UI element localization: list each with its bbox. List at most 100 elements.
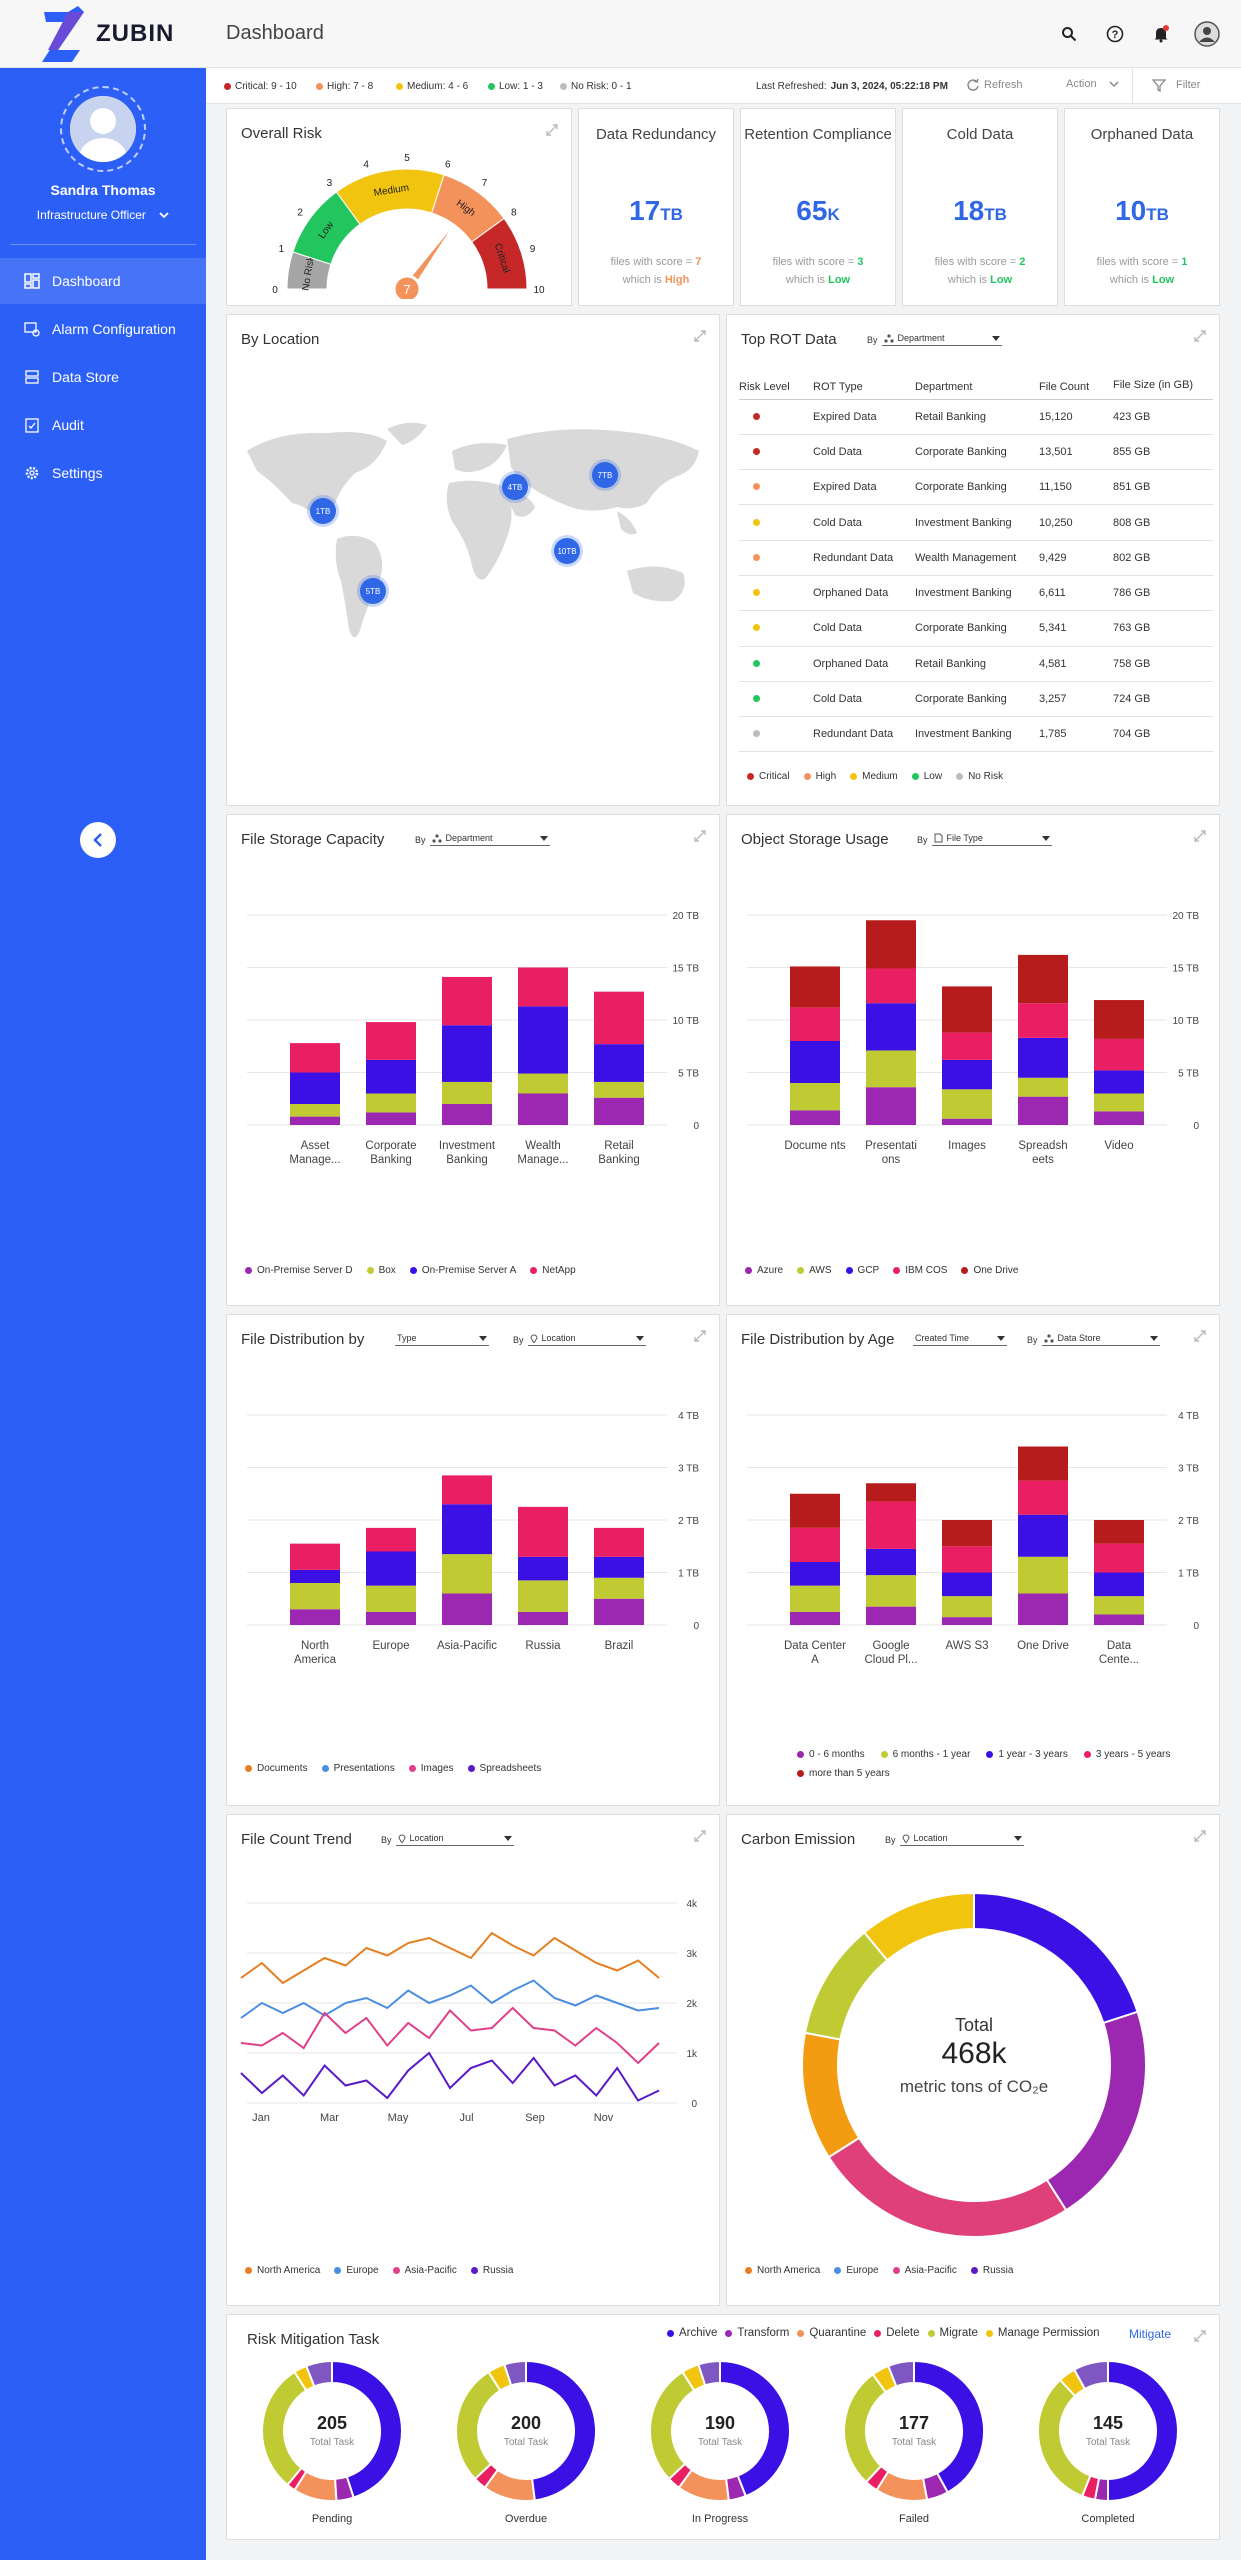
table-row[interactable]: Cold Data Investment Banking 10,250 808 GB	[739, 504, 1213, 541]
table-row[interactable]: Expired Data Retail Banking 15,120 423 GB	[739, 399, 1213, 435]
bar-segment[interactable]	[518, 1093, 568, 1126]
bar-segment[interactable]	[290, 1072, 340, 1105]
bar-segment[interactable]	[442, 1593, 492, 1626]
sidebar-item-dashboard[interactable]: Dashboard	[0, 258, 206, 304]
bar-segment[interactable]	[442, 1504, 492, 1555]
bar-segment[interactable]	[594, 1598, 644, 1625]
fda-store-select[interactable]: By Data Store	[1027, 1333, 1160, 1346]
bar-segment[interactable]	[366, 1022, 416, 1060]
bar-segment[interactable]	[790, 1585, 840, 1612]
bar-segment[interactable]	[366, 1527, 416, 1552]
bar-segment[interactable]	[1094, 1111, 1144, 1125]
expand-icon[interactable]	[545, 123, 559, 137]
bar-segment[interactable]	[866, 1548, 916, 1576]
bar-segment[interactable]	[942, 1572, 992, 1597]
refresh-button[interactable]: Refresh	[966, 78, 1023, 92]
filter-button[interactable]: Filter	[1152, 78, 1200, 92]
bar-segment[interactable]	[866, 920, 916, 969]
fdt-type-select[interactable]: Type	[395, 1333, 489, 1346]
bar-segment[interactable]	[366, 1611, 416, 1625]
bar-segment[interactable]	[290, 1609, 340, 1625]
rot-group-select[interactable]: By Department	[867, 333, 1002, 346]
bar-segment[interactable]	[1018, 1096, 1068, 1125]
bar-segment[interactable]	[366, 1093, 416, 1113]
action-dropdown[interactable]: Action	[1066, 78, 1119, 90]
fda-time-select[interactable]: Created Time	[913, 1333, 1007, 1346]
bar-segment[interactable]	[594, 1577, 644, 1599]
bar-segment[interactable]	[1094, 1000, 1144, 1039]
mitigate-link[interactable]: Mitigate	[1129, 2327, 1171, 2341]
bar-segment[interactable]	[942, 1118, 992, 1125]
bar-segment[interactable]	[1094, 1070, 1144, 1094]
bar-segment[interactable]	[1094, 1038, 1144, 1071]
task-donut-item[interactable]: 190 Total Task In Progress	[645, 2359, 795, 2539]
bar-segment[interactable]	[290, 1583, 340, 1610]
expand-icon[interactable]	[693, 329, 707, 343]
osu-group-select[interactable]: By File Type	[917, 833, 1052, 846]
table-row[interactable]: Expired Data Corporate Banking 11,150 851 G…	[739, 469, 1213, 506]
bar-segment[interactable]	[1018, 1446, 1068, 1481]
bar-segment[interactable]	[942, 1520, 992, 1547]
bar-segment[interactable]	[1094, 1572, 1144, 1597]
bar-segment[interactable]	[866, 1483, 916, 1502]
map-location-marker[interactable]: 7TB	[592, 462, 618, 488]
bar-segment[interactable]	[594, 1097, 644, 1125]
trend-line[interactable]	[240, 1931, 660, 1985]
bar-segment[interactable]	[366, 1112, 416, 1125]
task-donut-item[interactable]: 200 Total Task Overdue	[451, 2359, 601, 2539]
bar-segment[interactable]	[518, 1556, 568, 1581]
bar-segment[interactable]	[1018, 1003, 1068, 1038]
notification-bell-icon[interactable]	[1147, 20, 1175, 48]
table-row[interactable]: Orphaned Data Investment Banking 6,611 786 …	[739, 575, 1213, 612]
bar-segment[interactable]	[866, 1003, 916, 1051]
fsc-group-select[interactable]: By Department	[415, 833, 550, 846]
bar-segment[interactable]	[442, 1081, 492, 1104]
bar-segment[interactable]	[866, 1575, 916, 1607]
help-icon[interactable]: ?	[1101, 20, 1129, 48]
bar-segment[interactable]	[366, 1059, 416, 1094]
bar-segment[interactable]	[866, 1050, 916, 1088]
carbon-location-select[interactable]: By Location	[885, 1833, 1024, 1846]
bar-segment[interactable]	[1018, 1556, 1068, 1594]
bar-segment[interactable]	[790, 1527, 840, 1562]
bar-segment[interactable]	[366, 1551, 416, 1586]
task-donut-item[interactable]: 145 Total Task Completed	[1033, 2359, 1183, 2539]
bar-segment[interactable]	[518, 967, 568, 1007]
expand-icon[interactable]	[1193, 1329, 1207, 1343]
task-donut-item[interactable]: 205 Total Task Pending	[257, 2359, 407, 2539]
expand-icon[interactable]	[1193, 329, 1207, 343]
bar-segment[interactable]	[866, 1501, 916, 1549]
bar-segment[interactable]	[518, 1506, 568, 1557]
table-row[interactable]: Cold Data Corporate Banking 5,341 763 GB	[739, 610, 1213, 647]
table-row[interactable]: Redundant Data Wealth Management 9,429 802 …	[739, 540, 1213, 576]
bar-segment[interactable]	[290, 1569, 340, 1583]
bar-segment[interactable]	[790, 1007, 840, 1041]
bar-segment[interactable]	[942, 1059, 992, 1090]
bar-segment[interactable]	[942, 1546, 992, 1573]
fct-location-select[interactable]: By Location	[381, 1833, 514, 1846]
bar-segment[interactable]	[594, 1527, 644, 1557]
map-location-marker[interactable]: 10TB	[554, 538, 580, 564]
table-row[interactable]: Redundant Data Investment Banking 1,785 704…	[739, 716, 1213, 753]
donut-slice[interactable]	[862, 1891, 975, 1962]
trend-line[interactable]	[240, 1979, 660, 2019]
bar-segment[interactable]	[1018, 1480, 1068, 1515]
bar-segment[interactable]	[942, 1032, 992, 1060]
bar-segment[interactable]	[518, 1006, 568, 1074]
bar-segment[interactable]	[866, 1606, 916, 1625]
bar-segment[interactable]	[1094, 1520, 1144, 1544]
bar-segment[interactable]	[1094, 1596, 1144, 1615]
bar-segment[interactable]	[290, 1043, 340, 1073]
search-icon[interactable]	[1055, 20, 1083, 48]
bar-segment[interactable]	[866, 1087, 916, 1125]
bar-segment[interactable]	[942, 1089, 992, 1119]
bar-segment[interactable]	[790, 1110, 840, 1125]
table-row[interactable]: Cold Data Corporate Banking 3,257 724 GB	[739, 681, 1213, 718]
bar-segment[interactable]	[366, 1585, 416, 1612]
bar-segment[interactable]	[442, 1475, 492, 1505]
donut-slice[interactable]	[973, 1891, 1139, 2025]
bar-segment[interactable]	[594, 991, 644, 1045]
bar-segment[interactable]	[1018, 954, 1068, 1004]
donut-slice[interactable]	[827, 2136, 1068, 2238]
bar-segment[interactable]	[442, 976, 492, 1026]
